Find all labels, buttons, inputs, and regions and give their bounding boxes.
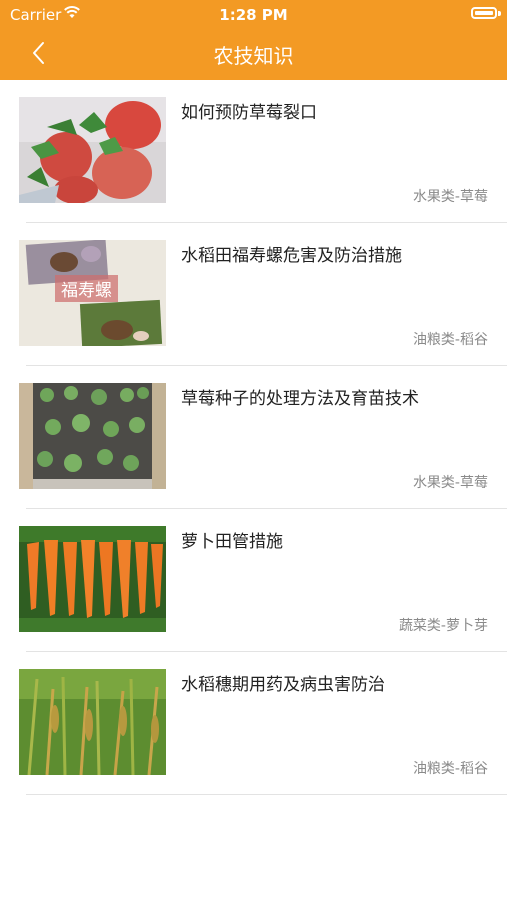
article-title: 如何预防草莓裂口 [181,103,317,123]
article-title: 草莓种子的处理方法及育苗技术 [181,389,419,409]
article-title: 萝卜田管措施 [181,532,283,552]
thumb-caption: 福寿螺 [55,275,118,302]
app-header: Carrier 1:28 PM 农技知识 [0,0,507,80]
list-item[interactable]: 水稻穗期用药及病虫害防治 油粮类-稻谷 [0,652,507,795]
list-item[interactable]: 萝卜田管措施 蔬菜类-萝卜芽 [0,509,507,652]
list-item[interactable]: 福寿螺 水稻田福寿螺危害及防治措施 油粮类-稻谷 [0,223,507,366]
clock: 1:28 PM [219,6,288,24]
carrot-photo [19,526,166,632]
battery-icon [471,7,497,19]
article-list: 如何预防草莓裂口 水果类-草莓 福寿螺 水稻田福寿螺危害及防治措施 油粮类-稻谷 [0,80,507,795]
list-item[interactable]: 如何预防草莓裂口 水果类-草莓 [0,80,507,223]
strawberry-photo [19,97,166,203]
list-item[interactable]: 草莓种子的处理方法及育苗技术 水果类-草莓 [0,366,507,509]
snail-photo: 福寿螺 [19,240,166,346]
article-category: 水果类-草莓 [412,189,488,205]
seedling-photo [19,383,166,489]
page-title: 农技知识 [213,44,294,68]
article-category: 油粮类-稻谷 [412,761,488,777]
battery-tip [498,11,501,16]
divider [26,794,507,795]
article-title: 水稻穗期用药及病虫害防治 [181,675,385,695]
status-bar: Carrier 1:28 PM [0,0,507,28]
article-category: 蔬菜类-萝卜芽 [398,618,488,634]
article-title: 水稻田福寿螺危害及防治措施 [181,246,402,266]
nav-bar: 农技知识 [0,28,507,80]
article-category: 油粮类-稻谷 [412,332,488,348]
article-category: 水果类-草莓 [412,475,488,491]
rice-photo [19,669,166,775]
